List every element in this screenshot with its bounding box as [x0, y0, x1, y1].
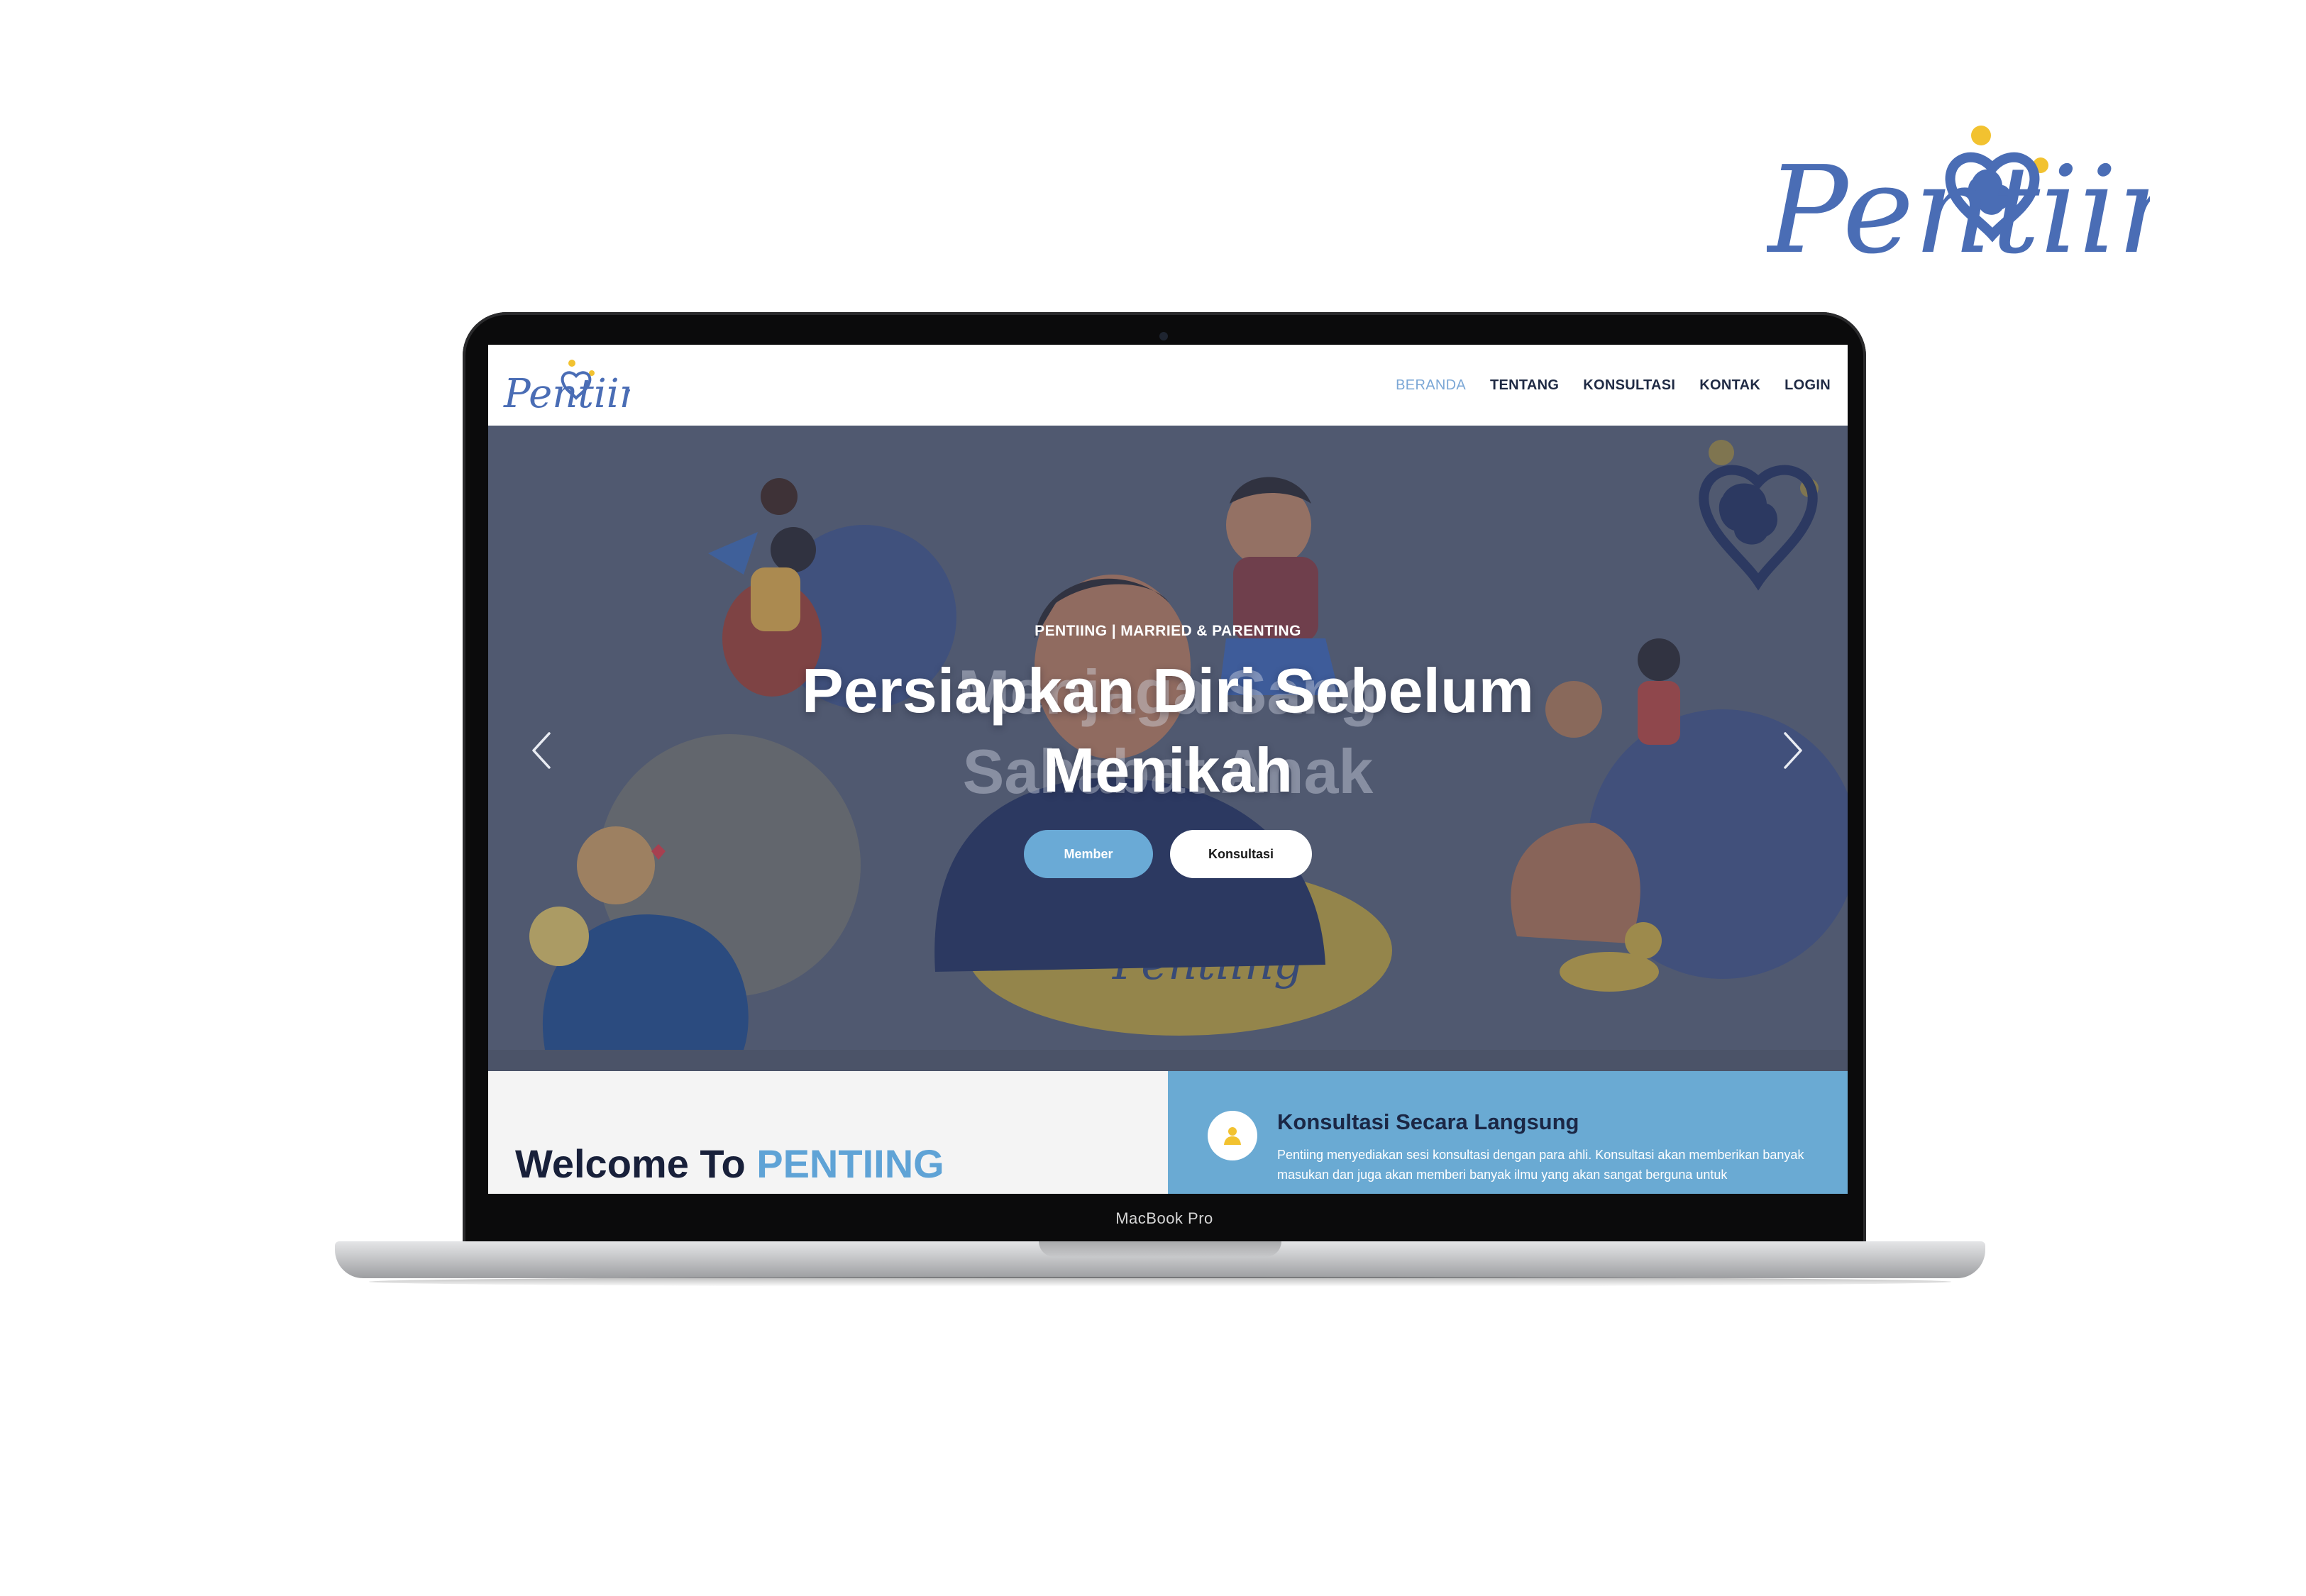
hero-carousel: Pentiing	[488, 426, 1848, 1071]
konsultasi-card: Konsultasi Secara Langsung Pentiing meny…	[1168, 1071, 1848, 1194]
camera-dot	[1159, 332, 1168, 340]
hero-buttons: Member Konsultasi	[488, 830, 1848, 878]
hero-title-line-1: Persiapkan Diri Sebelum	[802, 655, 1534, 726]
site-logo-text: Pentiing	[503, 371, 630, 417]
user-icon	[1208, 1111, 1257, 1160]
main-nav: BERANDA TENTANG KONSULTASI KONTAK LOGIN	[1396, 345, 1831, 426]
hero-title-line-2: Menikah	[1042, 735, 1293, 805]
browser-viewport: Pentiing BERANDA TENTANG KONSULTASI KONT…	[488, 345, 1848, 1194]
welcome-section: Welcome To PENTIING	[488, 1071, 1168, 1194]
welcome-title: Welcome To PENTIING	[515, 1141, 944, 1187]
carousel-next-button[interactable]	[1778, 729, 1806, 772]
hero-title: Persiapkan Diri Sebelum Menikah	[488, 651, 1848, 810]
hero-bottom-strip	[488, 1050, 1848, 1071]
welcome-title-accent: PENTIING	[756, 1141, 944, 1186]
konsultasi-card-text: Pentiing menyediakan sesi konsultasi den…	[1277, 1148, 1804, 1182]
laptop-notch	[1039, 1241, 1281, 1257]
konsultasi-card-title: Konsultasi Secara Langsung	[1277, 1109, 1579, 1134]
welcome-title-prefix: Welcome To	[515, 1141, 746, 1186]
nav-login[interactable]: LOGIN	[1784, 377, 1831, 394]
konsultasi-button[interactable]: Konsultasi	[1170, 830, 1312, 878]
member-button[interactable]: Member	[1024, 830, 1153, 878]
brand-logo-text: Pentiing	[1767, 140, 2150, 281]
laptop-base	[335, 1241, 1985, 1278]
hero-eyebrow: PENTIING | MARRIED & PARENTING	[1035, 623, 1301, 639]
nav-konsultasi[interactable]: KONSULTASI	[1583, 377, 1675, 394]
site-logo[interactable]: Pentiing	[502, 355, 630, 419]
nav-beranda[interactable]: BERANDA	[1396, 377, 1466, 394]
brand-logo: Pentiing	[1767, 117, 2150, 309]
device-label: MacBook Pro	[1115, 1209, 1213, 1227]
laptop-shadow	[369, 1277, 1951, 1287]
site-header: Pentiing BERANDA TENTANG KONSULTASI KONT…	[488, 345, 1848, 426]
nav-tentang[interactable]: TENTANG	[1490, 377, 1559, 394]
carousel-prev-button[interactable]	[528, 729, 556, 772]
chevron-right-icon	[1784, 732, 1802, 769]
chevron-left-icon	[532, 732, 551, 769]
nav-kontak[interactable]: KONTAK	[1699, 377, 1760, 394]
